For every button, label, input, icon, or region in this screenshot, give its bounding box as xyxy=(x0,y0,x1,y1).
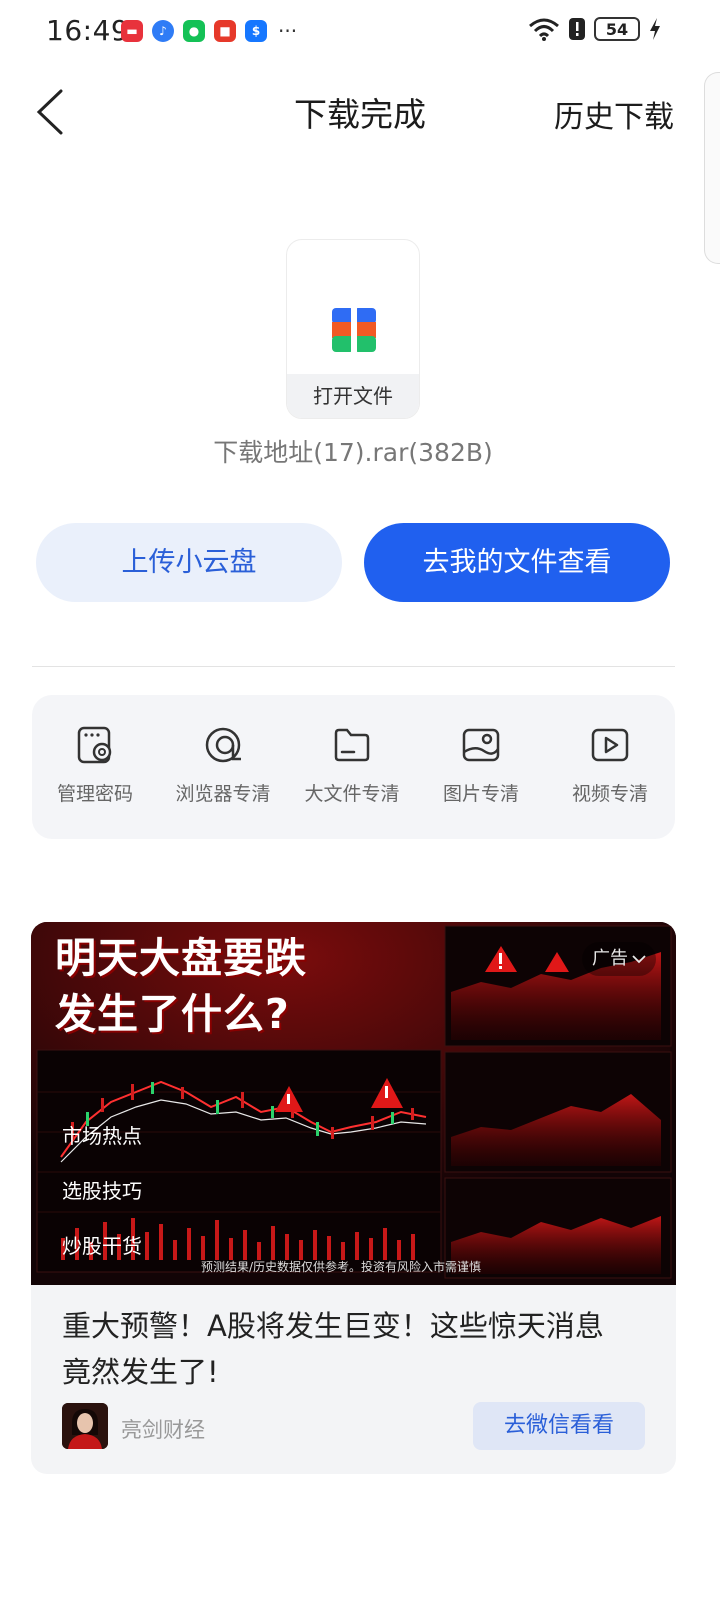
tool-password-manager[interactable]: 管理密码 xyxy=(35,725,155,806)
shopping-app-icon: ■ xyxy=(214,20,236,42)
ad-headline-line2: 发生了什么? xyxy=(55,990,290,1038)
ad-badge[interactable]: 广告 xyxy=(582,942,656,976)
divider xyxy=(32,666,675,667)
presenter-avatar-icon xyxy=(62,1403,108,1449)
history-downloads-link[interactable]: 历史下载 xyxy=(554,92,674,136)
charging-icon xyxy=(650,18,660,40)
browser-clean-icon xyxy=(205,727,241,763)
alert-icon xyxy=(569,18,585,40)
tool-label: 浏览器专清 xyxy=(175,783,271,805)
ad-badge-label: 广告 xyxy=(592,948,628,969)
video-clean-icon xyxy=(591,728,629,762)
more-notifications-icon: ··· xyxy=(278,19,298,43)
chevron-down-icon xyxy=(632,955,646,964)
ad-tag: 炒股干货 xyxy=(62,1234,142,1258)
ad-disclaimer: 预测结果/历史数据仅供参考。投资有风险入市需谨慎 xyxy=(201,1260,482,1274)
tool-label: 大文件专清 xyxy=(304,783,400,805)
tool-label: 图片专清 xyxy=(442,783,519,805)
view-my-files-button[interactable]: 去我的文件查看 xyxy=(364,523,670,602)
ad-cta-button[interactable]: 去微信看看 xyxy=(473,1402,645,1450)
tool-label: 管理密码 xyxy=(56,783,133,805)
tool-image-clean[interactable]: 图片专清 xyxy=(421,725,541,806)
tool-video-clean[interactable]: 视频专清 xyxy=(550,725,670,806)
notification-icons: ▬ ♪ ● ■ $ ··· xyxy=(121,20,297,42)
wifi-icon xyxy=(529,18,559,41)
battery-level: 54 xyxy=(594,17,640,41)
password-manager-icon xyxy=(77,726,112,764)
status-bar: 16:49 ▬ ♪ ● ■ $ ··· 54 xyxy=(0,0,720,64)
file-card[interactable]: 打开文件 xyxy=(286,239,420,419)
tool-large-file-clean[interactable]: 大文件专清 xyxy=(292,725,412,806)
avatar xyxy=(62,1403,108,1449)
alipay-icon: $ xyxy=(245,20,267,42)
status-right: 54 xyxy=(528,17,662,41)
side-drawer-handle[interactable] xyxy=(704,72,720,264)
news-app-icon: ▬ xyxy=(121,20,143,42)
ad-headline-line1: 明天大盘要跌 xyxy=(55,934,307,982)
ad-title[interactable]: 重大预警！A股将发生巨变！这些惊天消息竟然发生了! xyxy=(62,1303,632,1395)
ad-banner-image[interactable]: 明天大盘要跌 发生了什么? 广告 市场热点 选股技巧 炒股干货 预测结果/历史数… xyxy=(31,922,676,1285)
ad-tag: 市场热点 xyxy=(62,1124,142,1148)
ad-card[interactable]: 明天大盘要跌 发生了什么? 广告 市场热点 选股技巧 炒股干货 预测结果/历史数… xyxy=(31,922,676,1474)
file-name: 下载地址(17).rar(382B) xyxy=(213,438,493,467)
tool-browser-clean[interactable]: 浏览器专清 xyxy=(163,725,283,806)
ad-source: 亮剑财经 xyxy=(121,1418,205,1442)
upload-cloud-button[interactable]: 上传小云盘 xyxy=(36,523,342,602)
status-time: 16:49 xyxy=(46,14,130,47)
image-clean-icon xyxy=(462,728,500,762)
ad-tag: 选股技巧 xyxy=(62,1179,142,1203)
tool-label: 视频专清 xyxy=(571,783,648,805)
tools-panel: 管理密码 浏览器专清 大文件专清 图片专清 视频专清 xyxy=(32,695,675,839)
large-file-clean-icon xyxy=(334,728,370,762)
wechat-icon: ● xyxy=(183,20,205,42)
music-app-icon: ♪ xyxy=(152,20,174,42)
archive-file-icon xyxy=(332,308,376,352)
header: 下载完成 历史下载 xyxy=(0,70,720,150)
open-file-button[interactable]: 打开文件 xyxy=(287,374,419,418)
ad-headline: 明天大盘要跌 发生了什么? xyxy=(55,930,307,1042)
